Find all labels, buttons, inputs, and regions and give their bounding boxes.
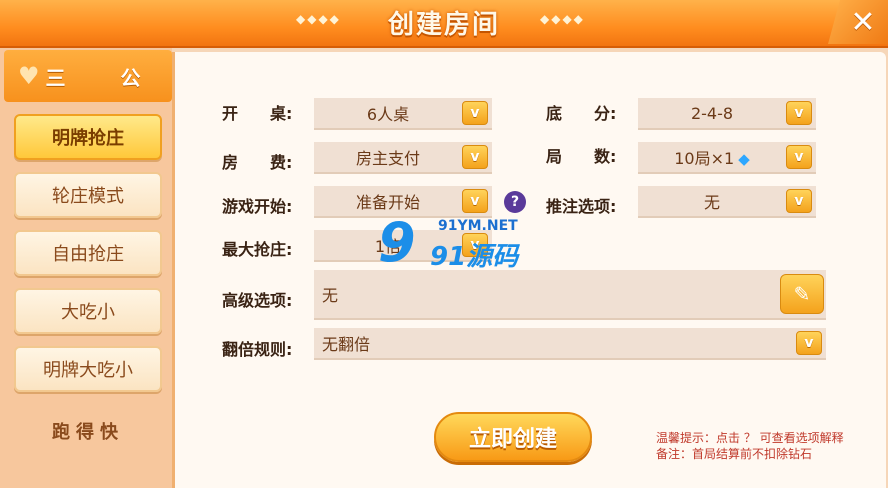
mode-item-lunzhuang[interactable]: 轮庄模式 <box>14 172 162 218</box>
fee-select[interactable]: 房主支付 v <box>314 142 492 174</box>
base-score-select[interactable]: 2-4-8 v <box>638 98 816 130</box>
mode-item-dachixiao[interactable]: 大吃小 <box>14 288 162 334</box>
mode-list: 明牌抢庄 轮庄模式 自由抢庄 大吃小 明牌大吃小 <box>14 114 162 404</box>
note-tip: 温馨提示：点击 ？ 可查看选项解释 <box>656 431 844 445</box>
max-grab-label: 最大抢庄: <box>222 240 293 259</box>
push-bet-label: 推注选项: <box>546 197 617 216</box>
start-label: 游戏开始: <box>222 197 293 216</box>
base-score-label: 底 分: <box>546 104 617 123</box>
chevron-down-icon[interactable]: v <box>462 189 488 213</box>
table-label: 开 桌: <box>222 104 293 123</box>
chevron-down-icon[interactable]: v <box>462 101 488 125</box>
chevron-down-icon[interactable]: v <box>786 101 812 125</box>
mode-item-ziyou-qiangzhuang[interactable]: 自由抢庄 <box>14 230 162 276</box>
watermark-logo: 9 91YM.NET 91源码 <box>378 214 538 274</box>
pin-icon[interactable]: ✎ <box>780 274 824 314</box>
tab-sangong[interactable]: ♥ 三 公 <box>4 50 172 102</box>
mode-item-mingpai-qiangzhuang[interactable]: 明牌抢庄 <box>14 114 162 160</box>
diamond-icon: ◆ <box>738 150 750 168</box>
header-bar: ◆◆◆◆ 创建房间 ◆◆◆◆ ✕ <box>0 0 888 48</box>
chevron-down-icon[interactable]: v <box>786 145 812 169</box>
table-value: 6人桌 <box>366 105 410 124</box>
rounds-select[interactable]: 10局×1 ◆ v <box>638 142 816 174</box>
advanced-label: 高级选项: <box>222 291 293 310</box>
watermark-cn: 91源码 <box>430 242 519 272</box>
heart-icon: ♥ <box>18 62 40 90</box>
fee-value: 房主支付 <box>355 149 420 168</box>
note-remark: 备注：首局结算前不扣除钻石 <box>656 447 813 461</box>
rounds-value: 10局×1 <box>674 149 735 168</box>
watermark-net: 91YM.NET <box>438 218 518 234</box>
double-rule-label: 翻倍规则: <box>222 340 293 359</box>
base-score-value: 2-4-8 <box>690 103 734 123</box>
advanced-field[interactable]: 无 <box>314 270 826 320</box>
create-room-button[interactable]: 立即创建 <box>434 412 592 462</box>
tab-sangong-label: 三 公 <box>45 65 165 90</box>
help-icon[interactable]: ? <box>504 191 526 213</box>
chevron-down-icon[interactable]: v <box>796 331 822 355</box>
double-rule-value: 无翻倍 <box>322 335 371 354</box>
start-value: 准备开始 <box>355 193 420 212</box>
table-select[interactable]: 6人桌 v <box>314 98 492 130</box>
chevron-down-icon[interactable]: v <box>462 145 488 169</box>
mode-item-mingpai-dachixiao[interactable]: 明牌大吃小 <box>14 346 162 392</box>
crossed-tools-icon: ✕ <box>850 4 876 40</box>
title-deco-right: ◆◆◆◆ <box>540 12 585 26</box>
page-title: 创建房间 <box>387 10 500 40</box>
rounds-value-wrap: 10局×1 ◆ <box>638 145 786 169</box>
rounds-label: 局 数: <box>546 147 617 166</box>
game-sidebar: ♥ 三 公 明牌抢庄 轮庄模式 自由抢庄 大吃小 明牌大吃小 跑得快 <box>0 48 172 488</box>
advanced-value: 无 <box>322 286 339 305</box>
push-bet-select[interactable]: 无 v <box>638 186 816 218</box>
push-bet-value: 无 <box>703 193 720 212</box>
tab-paodekuai[interactable]: 跑得快 <box>14 408 162 454</box>
watermark-big: 9 <box>378 211 416 274</box>
notes: 温馨提示：点击 ？ 可查看选项解释 备注：首局结算前不扣除钻石 <box>656 430 884 462</box>
fee-label: 房 费: <box>222 153 293 172</box>
chevron-down-icon[interactable]: v <box>786 189 812 213</box>
double-rule-select[interactable]: 无翻倍 v <box>314 328 826 360</box>
